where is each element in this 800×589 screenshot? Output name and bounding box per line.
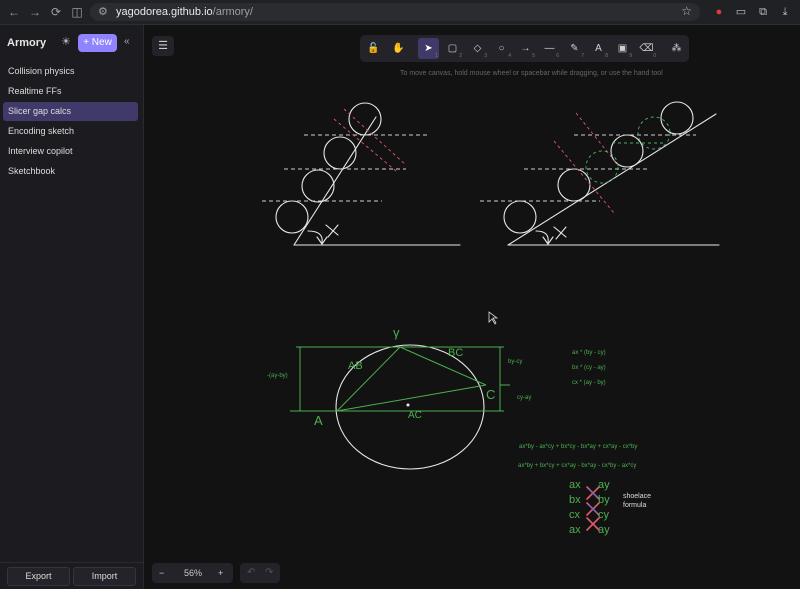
url-host: yagodorea.github.io <box>116 6 213 18</box>
pencil-icon[interactable]: ✎ 7 <box>564 38 585 59</box>
sidebar-toggle-icon[interactable]: ◫ <box>69 4 85 20</box>
document-item[interactable]: Sketchbook <box>3 162 138 181</box>
document-item[interactable]: Encoding sketch <box>3 122 138 141</box>
left-circle-1 <box>275 200 309 234</box>
lock-icon[interactable]: 🔓 <box>363 38 384 59</box>
document-item-active[interactable]: Slicer gap calcs <box>3 102 138 121</box>
mouse-cursor-icon <box>488 311 499 325</box>
sidebar: Armory ☀ + New « Collision physics Realt… <box>0 25 144 589</box>
label-height-right-bottom: cy-ay <box>517 395 531 401</box>
eraser-icon[interactable]: ⌫ 0 <box>636 38 657 59</box>
extra-tools-icon[interactable]: ⁂ <box>666 38 687 59</box>
extension-toggle-icon[interactable]: ▭ <box>734 5 748 19</box>
label-ab: AB <box>348 360 363 372</box>
left-red-dashed-2 <box>333 118 397 172</box>
left-circle-4 <box>348 102 382 136</box>
bookmark-star-icon[interactable]: ☆ <box>681 4 692 18</box>
export-button[interactable]: Export <box>7 567 70 586</box>
rectangle-icon[interactable]: ▢ 2 <box>442 38 463 59</box>
diamond-icon[interactable]: ◇ 3 <box>467 38 488 59</box>
shoelace-y-3: cy <box>598 509 610 521</box>
left-circle-3 <box>323 136 357 170</box>
right-green-dashed-circle-1 <box>585 150 619 184</box>
address-bar[interactable]: ⚙ yagodorea.github.io/armory/ ☆ <box>90 3 700 21</box>
back-icon[interactable]: ← <box>6 4 22 20</box>
label-gamma: γ <box>393 325 400 340</box>
arrow-icon[interactable]: → 5 <box>515 38 536 59</box>
label-c: C <box>486 387 495 402</box>
left-angle-mark <box>325 224 339 238</box>
right-circle-3 <box>610 134 644 168</box>
app-title: Armory <box>7 37 47 49</box>
right-circle-2 <box>557 168 591 202</box>
shoelace-x-1: ax <box>569 479 581 491</box>
sketch-drawing: γ AB BC A C AC -(ay-by) by-cy cy-ay ax *… <box>262 101 720 536</box>
line-icon[interactable]: —6 <box>539 38 560 59</box>
zoom-controls: − 56% + <box>152 563 233 583</box>
cross-term-3: cx * (ay - by) <box>572 380 606 386</box>
cursor-dot <box>406 403 410 407</box>
right-green-dashed-circle-2 <box>637 116 671 150</box>
forward-icon[interactable]: → <box>27 4 43 20</box>
right-circle-4 <box>660 101 694 135</box>
zoom-in-icon[interactable]: + <box>218 563 223 583</box>
url-path: /armory/ <box>212 6 253 18</box>
site-info-icon[interactable]: ⚙ <box>98 5 108 18</box>
tool-palette: 🔓 ✋ ➤ 1 ▢ 2 ◇ 3 ○ 4 → 5 —6 ✎ 7 A8 ▣ 9 ⌫ 0 ⁂ <box>360 35 689 62</box>
main-menu-icon[interactable]: ☰ <box>152 36 174 56</box>
sidebar-footer: Export Import <box>0 562 143 589</box>
url-text: yagodorea.github.io/armory/ <box>116 6 253 18</box>
collapse-sidebar-icon[interactable]: « <box>124 36 130 47</box>
label-a: A <box>314 413 323 428</box>
canvas-hint: To move canvas, hold mouse wheel or spac… <box>400 70 663 77</box>
label-bc: BC <box>448 347 463 359</box>
triangle-side-bc <box>399 346 487 386</box>
shoelace-note-2: formula <box>623 502 646 509</box>
cross-term-2: bx * (cy - ay) <box>572 365 606 371</box>
extensions-puzzle-icon[interactable]: ⧉ <box>756 5 770 19</box>
label-height-left: -(ay-by) <box>267 373 288 379</box>
theme-toggle-icon[interactable]: ☀ <box>61 35 71 48</box>
shoelace-x-4: ax <box>569 524 581 536</box>
import-button[interactable]: Import <box>73 567 136 586</box>
selection-icon[interactable]: ➤ 1 <box>418 38 439 59</box>
redo-icon[interactable]: ↷ <box>265 563 273 583</box>
shoelace-x-3: cx <box>569 509 581 521</box>
document-item[interactable]: Interview copilot <box>3 142 138 161</box>
zoom-out-icon[interactable]: − <box>159 563 164 583</box>
expansion-line-1: ax*by - ax*cy + bx*cy - bx*ay + cx*ay - … <box>519 444 637 450</box>
browser-toolbar: ← → ⟳ ◫ ⚙ yagodorea.github.io/armory/ ☆ … <box>0 0 800 25</box>
left-red-dashed-1 <box>343 108 407 166</box>
hand-icon[interactable]: ✋ <box>388 38 409 59</box>
shoelace-y-4: ay <box>598 524 610 536</box>
zoom-level[interactable]: 56% <box>184 563 202 583</box>
shoelace-y-2: by <box>598 494 610 506</box>
right-angle-mark <box>553 226 567 240</box>
history-controls: ↶ ↷ <box>240 563 280 583</box>
ellipse-icon[interactable]: ○ 4 <box>491 38 512 59</box>
image-icon[interactable]: ▣ 9 <box>612 38 633 59</box>
download-icon[interactable]: ⤓ <box>778 5 792 19</box>
reload-icon[interactable]: ⟳ <box>48 4 64 20</box>
extension-icon[interactable]: ● <box>712 5 726 19</box>
left-circle-2 <box>301 169 335 203</box>
document-item[interactable]: Collision physics <box>3 62 138 81</box>
shoelace-x-2: bx <box>569 494 581 506</box>
right-red-dashed-2 <box>575 112 619 166</box>
new-document-button[interactable]: + New <box>78 34 117 52</box>
drawing-canvas[interactable]: γ AB BC A C AC -(ay-by) by-cy cy-ay ax *… <box>144 25 800 589</box>
cross-term-1: ax * (by - cy) <box>572 350 606 356</box>
left-slope-line <box>293 116 377 246</box>
right-circle-1 <box>503 200 537 234</box>
label-ac: AC <box>408 410 422 421</box>
text-icon[interactable]: A8 <box>588 38 609 59</box>
expansion-line-2: ax*by + bx*cy + cx*ay - bx*ay - cx*by - … <box>518 463 636 469</box>
label-height-right-top: by-cy <box>508 359 522 365</box>
document-item[interactable]: Realtime FFs <box>3 82 138 101</box>
document-list: Collision physics Realtime FFs Slicer ga… <box>3 62 138 182</box>
shoelace-y-1: ay <box>598 479 610 491</box>
right-red-dashed-1 <box>553 140 615 214</box>
undo-icon[interactable]: ↶ <box>247 563 255 583</box>
shoelace-note-1: shoelace <box>623 493 651 500</box>
